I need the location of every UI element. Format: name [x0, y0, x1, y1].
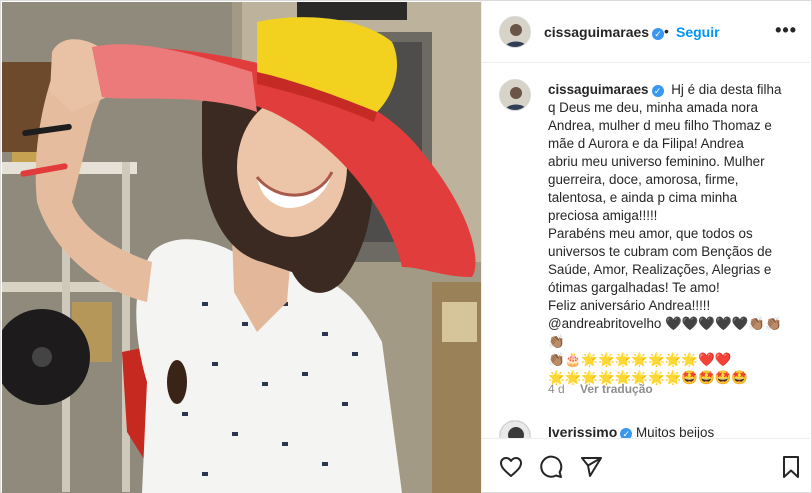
caption-author-avatar[interactable]: [499, 79, 531, 111]
author-username[interactable]: cissaguimaraes ✓: [544, 24, 665, 40]
caption-line: guerreira, doce, amorosa, firme,: [548, 172, 739, 187]
post-side-panel: cissaguimaraes ✓ • Seguir ••• cissaguimar…: [481, 1, 812, 493]
author-username-text[interactable]: cissaguimaraes: [544, 24, 649, 40]
verified-icon: ✓: [651, 85, 664, 97]
author-avatar[interactable]: [499, 16, 531, 48]
comments-list[interactable]: cissaguimaraes ✓ Hj é dia desta filha q D…: [482, 64, 812, 438]
comment-item: lverissimo ✓ Muitos beijos: [499, 420, 799, 438]
caption-line: Feliz aniversário Andrea!!!!!: [548, 298, 711, 313]
post-header: cissaguimaraes ✓ • Seguir •••: [482, 1, 812, 63]
caption-username-text[interactable]: cissaguimaraes: [548, 82, 649, 97]
more-options-icon[interactable]: •••: [775, 21, 797, 39]
caption-emoji-line: 👏🏽🎂🌟🌟🌟🌟🌟🌟🌟❤️❤️: [548, 352, 732, 367]
caption-line: abriu meu universo feminino. Mulher: [548, 154, 765, 169]
caption-meta: 4 d Ver tradução: [548, 382, 653, 396]
caption-line: preciosa amiga!!!!!: [548, 208, 658, 223]
caption-mention-line[interactable]: @andreabritovelho 🖤🖤🖤🖤🖤👏🏽👏🏽👏🏽: [548, 316, 782, 349]
post-dialog: cissaguimaraes ✓ • Seguir ••• cissaguimar…: [0, 0, 812, 493]
heart-icon[interactable]: [499, 455, 523, 479]
caption-line: Andrea, mulher d meu filho Thomaz e: [548, 118, 772, 133]
caption-line: Hj é dia desta filha: [671, 82, 782, 97]
translate-button[interactable]: Ver tradução: [580, 382, 653, 396]
caption-line: Parabéns meu amor, que todos os: [548, 226, 753, 241]
comment-body: Muitos beijos: [636, 425, 715, 438]
verified-icon: ✓: [620, 428, 633, 438]
post-photo[interactable]: [2, 2, 481, 493]
commenter-avatar[interactable]: [499, 420, 531, 438]
verified-icon: ✓: [652, 28, 665, 40]
commenter-username-text[interactable]: lverissimo: [548, 424, 617, 438]
action-bar: [482, 438, 812, 493]
comment-text: lverissimo ✓ Muitos beijos: [548, 424, 714, 438]
post-time[interactable]: 4 d: [548, 382, 565, 396]
share-icon[interactable]: [579, 455, 603, 479]
woman-with-hat-image: [2, 2, 481, 493]
caption-line: Saúde, Amor, Realizações, Alegrias e: [548, 262, 772, 277]
caption-line: mãe d Aurora e da Filipa! Andrea: [548, 136, 744, 151]
post-caption: cissaguimaraes ✓ Hj é dia desta filha q D…: [548, 81, 798, 387]
commenter-username[interactable]: lverissimo ✓: [548, 424, 633, 438]
caption-line: q Deus me deu, minha amada nora: [548, 100, 758, 115]
follow-button[interactable]: Seguir: [676, 24, 720, 40]
caption-line: universos te cubram com Bençãos de: [548, 244, 773, 259]
caption-line: talentosa, e ainda p cima minha: [548, 190, 738, 205]
separator-dot: •: [664, 23, 669, 39]
comment-icon[interactable]: [539, 455, 563, 479]
caption-line: ótimas gargalhadas! Te amo!: [548, 280, 720, 295]
caption-username[interactable]: cissaguimaraes ✓: [548, 82, 664, 97]
bookmark-icon[interactable]: [779, 455, 803, 479]
